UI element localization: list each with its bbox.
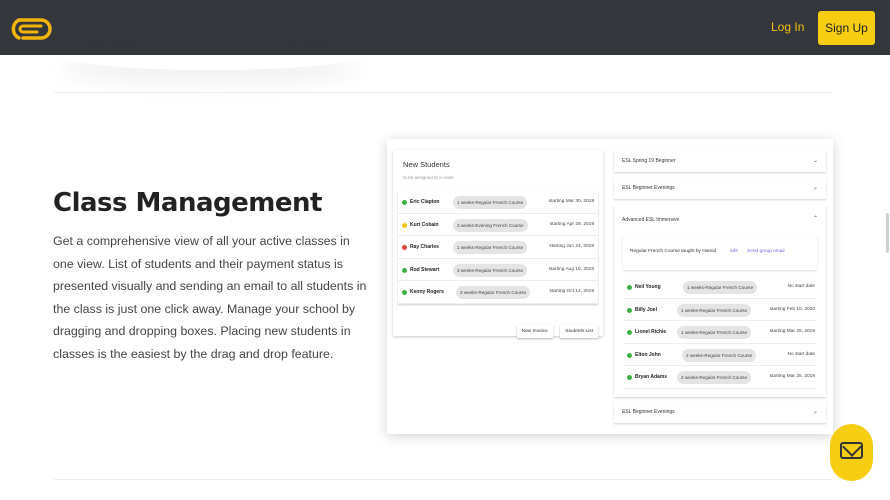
student-name: Ray Charles	[410, 244, 439, 251]
product-screenshot: New Students to be assigned to a class E…	[387, 139, 833, 434]
course-pill: 3 weeks-Evening French Course	[453, 218, 528, 232]
edit-link[interactable]: edit	[730, 249, 738, 254]
scrollbar-thumb[interactable]	[886, 213, 889, 253]
signup-button[interactable]: Sign Up	[818, 11, 875, 45]
start-date: starting Oct 14, 2019	[549, 289, 594, 295]
student-name: Billy Joel	[635, 306, 657, 313]
section-divider-top	[54, 92, 832, 93]
class-student-row[interactable]: Lionel Richie 1 weeks-Regular French Cour…	[623, 321, 817, 344]
status-dot-icon	[627, 352, 632, 358]
class-accordion-item-expanded: Advanced ESL Immersive ⌃ Regular French …	[614, 205, 826, 397]
section-divider-bottom	[54, 479, 832, 480]
status-dot-icon	[402, 267, 407, 273]
start-date: starting Jun 24, 2019	[549, 244, 594, 250]
course-pill: 1 weeks-Regular French Course	[677, 303, 752, 317]
course-pill: 1 weeks-Regular French Course	[453, 241, 528, 255]
new-students-actions: New Invoice Students List	[514, 319, 598, 338]
new-students-table: Eric Clapton 1 weeks-Regular French Cours…	[398, 191, 598, 304]
student-name: Neil Young	[635, 284, 661, 290]
start-date: starting Mar 25, 2019	[769, 374, 815, 380]
class-accordion-item[interactable]: ESL Beginner Evenings ⌄	[614, 177, 826, 199]
teacher-text: Regular French Course taught by Hamid	[630, 249, 717, 254]
section-description: Get a comprehensive view of all your act…	[53, 234, 367, 361]
student-name: Bryan Adams	[635, 374, 668, 381]
start-date: starting Feb 10, 2020	[769, 306, 815, 312]
course-pill: 2 weeks-Regular French Course	[682, 348, 757, 362]
student-name: Kurt Cobain	[410, 221, 439, 228]
chevron-down-icon[interactable]: ⌄	[813, 408, 818, 415]
chat-button[interactable]	[830, 424, 873, 481]
chevron-up-icon[interactable]: ⌃	[813, 215, 818, 222]
class-student-row[interactable]: Billy Joel 1 weeks-Regular French Course s…	[623, 299, 817, 322]
section-shadow	[60, 40, 360, 70]
class-name: ESL Beginner Evenings	[622, 409, 675, 415]
student-name: Kenny Rogers	[410, 289, 444, 296]
status-dot-icon	[402, 290, 407, 296]
student-row[interactable]: Eric Clapton 1 weeks-Regular French Cours…	[398, 191, 598, 214]
class-student-row[interactable]: Bryan Adams 2 weeks-Regular French Course…	[623, 366, 817, 389]
class-name: ESL Beginner Evenings	[622, 185, 675, 191]
section-title: Class Management	[53, 188, 322, 218]
course-pill: 1 weeks-Regular French Course	[683, 281, 758, 294]
chevron-down-icon[interactable]: ⌄	[813, 157, 818, 164]
students-list-button[interactable]: Students List	[560, 325, 598, 338]
student-row[interactable]: Rod Stewart 3 weeks-Regular French Course…	[398, 259, 598, 282]
brand-logo-icon[interactable]	[11, 14, 53, 44]
start-date: starting Apr 29, 2019	[549, 221, 594, 227]
student-name: Eric Clapton	[410, 199, 440, 205]
start-date: No start date	[787, 284, 815, 289]
chevron-down-icon[interactable]: ⌄	[813, 184, 818, 191]
status-dot-icon	[627, 375, 632, 381]
course-pill: 1 weeks-Regular French Course	[453, 196, 528, 209]
class-accordion-item[interactable]: ESL Spring 19 Beginner ⌄	[614, 150, 826, 172]
class-name: ESL Spring 19 Beginner	[622, 158, 676, 164]
student-name: Lionel Richie	[635, 329, 667, 336]
class-accordion-item[interactable]: ESL Beginner Evenings ⌄	[614, 401, 826, 423]
student-name: Rod Stewart	[410, 266, 440, 273]
new-students-subtitle: to be assigned to a class	[403, 175, 454, 180]
status-dot-icon	[627, 285, 632, 290]
student-row[interactable]: Kurt Cobain 3 weeks-Evening French Course…	[398, 214, 598, 237]
course-pill: 2 weeks-Regular French Course	[677, 371, 752, 385]
new-students-panel: New Students to be assigned to a class E…	[393, 150, 603, 338]
new-invoice-button[interactable]: New Invoice	[516, 325, 553, 338]
login-link[interactable]: Log In	[771, 20, 804, 34]
status-dot-icon	[627, 307, 632, 313]
class-name: Advanced ESL Immersive	[622, 217, 680, 223]
student-row[interactable]: Ray Charles 1 weeks-Regular French Course…	[398, 236, 598, 259]
class-student-row[interactable]: Elton John 2 weeks-Regular French Course N…	[623, 344, 817, 367]
start-date: starting Mar 30, 2019	[548, 199, 594, 204]
teacher-info: Regular French Course taught by Hamid ed…	[623, 236, 817, 270]
course-pill: 3 weeks-Regular French Course	[456, 286, 531, 300]
new-students-title: New Students	[403, 160, 450, 169]
course-pill: 1 weeks-Regular French Course	[677, 326, 752, 340]
start-date: starting Mar 25, 2019	[769, 329, 815, 335]
student-row[interactable]: Kenny Rogers 3 weeks-Regular French Cours…	[398, 281, 598, 304]
class-student-row[interactable]: Neil Young 1 weeks-Regular French Course N…	[623, 276, 817, 299]
start-date: starting Aug 19, 2019	[548, 266, 594, 272]
status-dot-icon	[402, 245, 407, 251]
send-group-email-link[interactable]: Send group email	[747, 249, 785, 254]
start-date: No start date	[787, 351, 815, 357]
course-pill: 3 weeks-Regular French Course	[453, 263, 528, 277]
mail-icon	[840, 442, 863, 459]
status-dot-icon	[402, 200, 407, 205]
student-name: Elton John	[635, 351, 661, 358]
status-dot-icon	[627, 330, 632, 336]
status-dot-icon	[402, 222, 407, 228]
